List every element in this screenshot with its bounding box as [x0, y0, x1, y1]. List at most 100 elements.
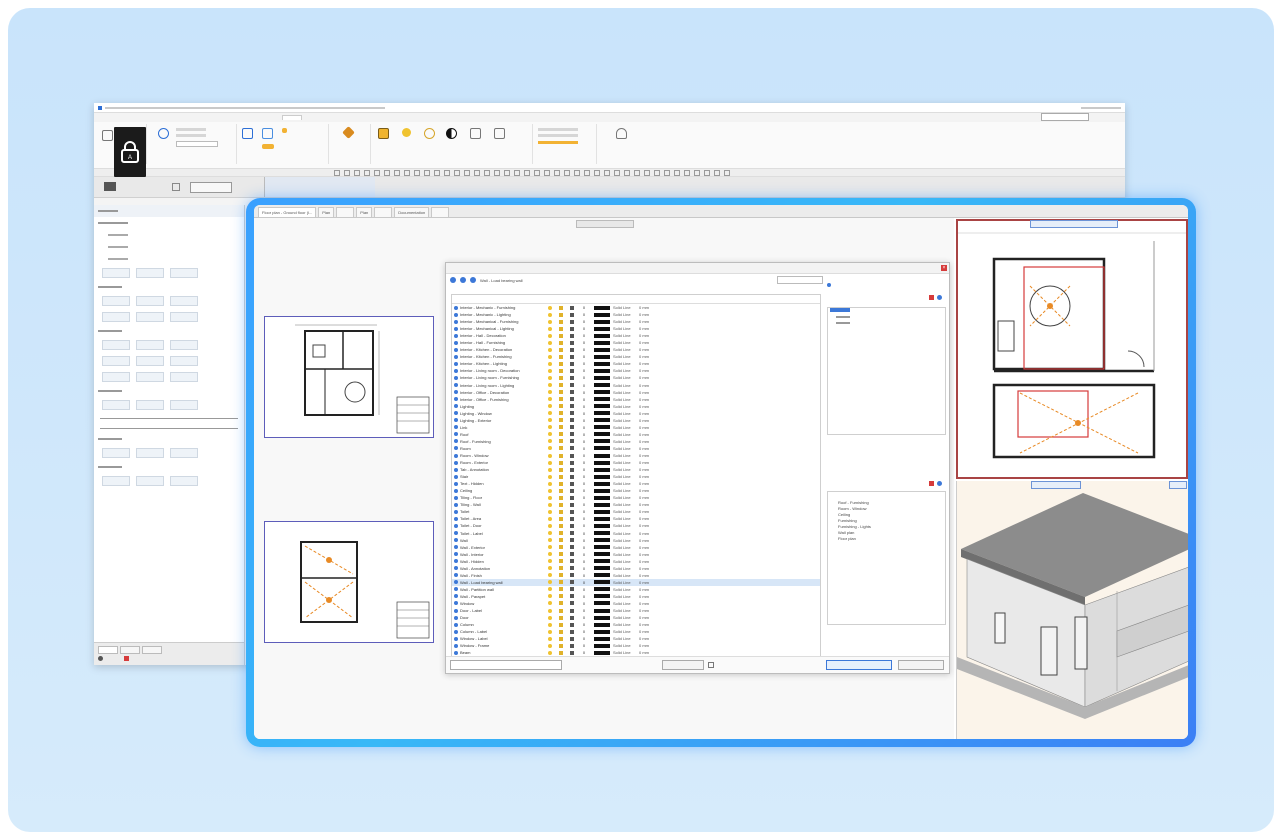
color-swatch[interactable] [591, 397, 613, 402]
color-index[interactable]: 0 [577, 545, 591, 550]
linetype-cell[interactable]: Solid Line [613, 608, 639, 613]
color-swatch[interactable] [591, 573, 613, 578]
lock-toggle[interactable] [566, 361, 577, 366]
lock-toggle[interactable] [566, 368, 577, 373]
visibility-toggle[interactable] [544, 495, 555, 500]
visibility-toggle[interactable] [544, 650, 555, 655]
close-icon[interactable]: × [941, 265, 947, 271]
lock-toggle[interactable] [566, 608, 577, 613]
hammer-icon[interactable] [342, 126, 355, 139]
panel-button[interactable] [102, 372, 130, 382]
lock-toggle[interactable] [566, 573, 577, 578]
tool-icon[interactable] [484, 169, 490, 176]
lineweight-cell[interactable]: 0 mm [639, 368, 657, 373]
lineweight-cell[interactable]: 0 mm [639, 319, 657, 324]
visibility-toggle[interactable] [544, 404, 555, 409]
lineweight-cell[interactable]: 0 mm [639, 439, 657, 444]
layer-row[interactable]: Wall - Exterior 0 Solid Line 0 mm [452, 544, 820, 551]
lineweight-cell[interactable]: 0 mm [639, 643, 657, 648]
lineweight-cell[interactable]: 0 mm [639, 305, 657, 310]
freeze-toggle[interactable] [555, 368, 566, 373]
visibility-toggle[interactable] [544, 397, 555, 402]
layer-row[interactable]: Wall - Parapet 0 Solid Line 0 mm [452, 593, 820, 600]
color-index[interactable]: 0 [577, 481, 591, 486]
doc-tab[interactable]: Plan [356, 207, 373, 217]
lineweight-cell[interactable]: 0 mm [639, 559, 657, 564]
lock-toggle[interactable] [566, 615, 577, 620]
doc-tab[interactable] [336, 207, 355, 217]
lock-toggle[interactable] [566, 439, 577, 444]
copy-layer-icon[interactable] [460, 277, 466, 283]
lineweight-cell[interactable]: 0 mm [639, 580, 657, 585]
option-checkbox[interactable] [708, 662, 714, 668]
color-index[interactable]: 0 [577, 425, 591, 430]
lineweight-cell[interactable]: 0 mm [639, 432, 657, 437]
menu-item[interactable] [282, 115, 302, 120]
panel-button[interactable] [170, 268, 198, 278]
printer-icon[interactable] [104, 182, 116, 191]
lineweight-cell[interactable]: 0 mm [639, 587, 657, 592]
active-view-tab[interactable] [264, 177, 375, 197]
visibility-toggle[interactable] [544, 474, 555, 479]
layer-row[interactable]: Interior - Mechanic - Furnishing 0 Solid L… [452, 304, 820, 311]
layer-row[interactable]: Interior - Office - Decoration 0 Solid Lin… [452, 389, 820, 396]
linetype-cell[interactable]: Solid Line [613, 643, 639, 648]
color-swatch[interactable] [591, 383, 613, 388]
lock-toggle[interactable] [566, 523, 577, 528]
lock-toggle[interactable] [566, 538, 577, 543]
color-swatch[interactable] [591, 453, 613, 458]
color-index[interactable]: 0 [577, 531, 591, 536]
visibility-toggle[interactable] [544, 629, 555, 634]
lock-toggle[interactable] [566, 354, 577, 359]
visibility-toggle[interactable] [544, 425, 555, 430]
visibility-toggle[interactable] [544, 453, 555, 458]
lineweight-cell[interactable]: 0 mm [639, 622, 657, 627]
lock-toggle[interactable] [566, 488, 577, 493]
freeze-toggle[interactable] [555, 347, 566, 352]
color-swatch[interactable] [591, 375, 613, 380]
freeze-toggle[interactable] [555, 481, 566, 486]
tool-icon[interactable] [464, 169, 470, 176]
color-index[interactable]: 0 [577, 347, 591, 352]
doc-tab[interactable]: Documentation [394, 207, 430, 217]
freeze-toggle[interactable] [555, 411, 566, 416]
color-swatch[interactable] [591, 516, 613, 521]
tool-icon[interactable] [424, 169, 430, 176]
visibility-toggle[interactable] [544, 432, 555, 437]
linetype-cell[interactable]: Solid Line [613, 390, 639, 395]
freeze-toggle[interactable] [555, 418, 566, 423]
tool-icon[interactable] [414, 169, 420, 176]
color-index[interactable]: 0 [577, 629, 591, 634]
layer-row[interactable]: Roof 0 Solid Line 0 mm [452, 431, 820, 438]
color-index[interactable]: 0 [577, 453, 591, 458]
lineweight-cell[interactable]: 0 mm [639, 615, 657, 620]
tool-icon[interactable] [444, 169, 450, 176]
linetype-cell[interactable]: Solid Line [613, 460, 639, 465]
linetype-cell[interactable]: Solid Line [613, 347, 639, 352]
panel-button[interactable] [136, 296, 164, 306]
color-index[interactable]: 0 [577, 340, 591, 345]
layer-row[interactable]: Wall 0 Solid Line 0 mm [452, 537, 820, 544]
lock-toggle[interactable] [566, 460, 577, 465]
tool-icon[interactable] [514, 169, 520, 176]
visibility-toggle[interactable] [544, 531, 555, 536]
layer-row[interactable]: Room 0 Solid Line 0 mm [452, 445, 820, 452]
freeze-toggle[interactable] [555, 629, 566, 634]
color-index[interactable]: 0 [577, 523, 591, 528]
material-icon[interactable] [470, 128, 481, 139]
color-index[interactable]: 0 [577, 418, 591, 423]
linetype-cell[interactable]: Solid Line [613, 404, 639, 409]
tool-icon[interactable] [434, 169, 440, 176]
color-swatch[interactable] [591, 566, 613, 571]
lineweight-cell[interactable]: 0 mm [639, 636, 657, 641]
linetype-cell[interactable]: Solid Line [613, 559, 639, 564]
dropdown-icon[interactable] [172, 183, 180, 191]
color-swatch[interactable] [591, 594, 613, 599]
tool-icon[interactable] [574, 169, 580, 176]
gear-icon[interactable] [98, 656, 103, 661]
visibility-toggle[interactable] [544, 488, 555, 493]
doc-tab[interactable] [374, 207, 393, 217]
lock-toggle[interactable] [566, 305, 577, 310]
color-swatch[interactable] [591, 361, 613, 366]
lock-toggle[interactable] [566, 629, 577, 634]
